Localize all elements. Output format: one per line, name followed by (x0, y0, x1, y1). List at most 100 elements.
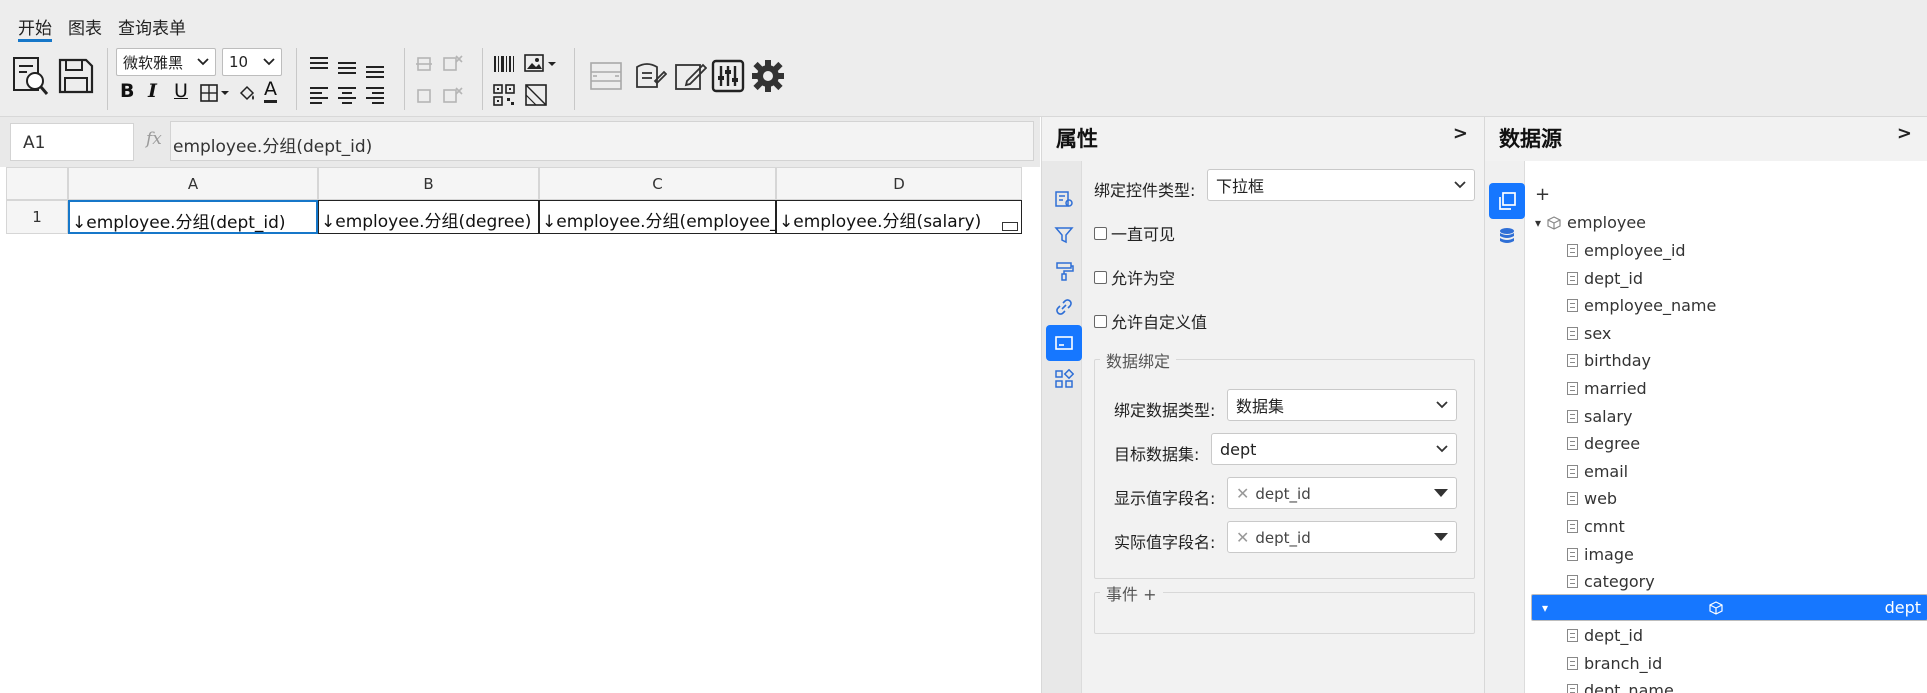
field-icon (1567, 244, 1578, 257)
border-icon[interactable] (198, 82, 232, 104)
image-icon[interactable] (524, 54, 558, 74)
fill-color-icon[interactable] (236, 82, 258, 104)
toolbar-separator (482, 48, 483, 110)
font-family-select[interactable]: 微软雅黑 (116, 48, 216, 76)
chevron-down-icon[interactable]: ▾ (1542, 601, 1548, 615)
cell-reference-input[interactable]: A1 (10, 123, 134, 161)
chevron-down-icon[interactable]: ▾ (1535, 216, 1541, 230)
field-node[interactable]: web (1525, 485, 1927, 512)
tab-query-form[interactable]: 查询表单 (110, 10, 194, 40)
target-dataset-label: 目标数据集: (1114, 445, 1200, 464)
formula-input[interactable]: employee.分组(dept_id) (170, 121, 1034, 161)
bold-button[interactable]: B (120, 80, 134, 102)
actual-field-select[interactable]: ✕ dept_id (1227, 521, 1457, 553)
clear-icon[interactable]: ✕ (1236, 528, 1249, 547)
edit-icon[interactable] (672, 58, 708, 94)
table-layout-icon[interactable] (588, 58, 624, 94)
datasource-collapse-button[interactable]: > (1897, 123, 1912, 144)
column-header[interactable]: D (776, 167, 1022, 200)
field-node[interactable]: email (1525, 458, 1927, 485)
checkbox-box[interactable] (1094, 226, 1107, 240)
field-node[interactable]: image (1525, 541, 1927, 568)
column-header[interactable]: B (318, 167, 539, 200)
align-icons[interactable] (308, 52, 412, 110)
corner-header[interactable] (6, 167, 68, 200)
allow-custom-checkbox[interactable]: 允许自定义值 (1094, 309, 1207, 333)
display-field-select[interactable]: ✕ dept_id (1227, 477, 1457, 509)
field-node[interactable]: employee_name (1525, 292, 1927, 319)
field-name: category (1584, 572, 1655, 592)
field-name: salary (1584, 406, 1633, 426)
datasource-title: 数据源 (1499, 127, 1562, 151)
properties-collapse-button[interactable]: > (1453, 123, 1468, 144)
field-node[interactable]: birthday (1525, 347, 1927, 374)
field-node[interactable]: sex (1525, 320, 1927, 347)
font-color-button[interactable]: A (264, 78, 277, 103)
data-type-select[interactable]: 数据集 (1227, 389, 1457, 421)
field-node[interactable]: salary (1525, 403, 1927, 430)
always-visible-checkbox[interactable]: 一直可见 (1094, 221, 1175, 245)
field-node[interactable]: married (1525, 375, 1927, 402)
field-icon (1567, 575, 1578, 589)
field-node[interactable]: dept_id (1525, 622, 1927, 649)
settings-icon[interactable] (750, 58, 786, 94)
field-node[interactable]: branch_id (1525, 650, 1927, 677)
field-node[interactable]: cmnt (1525, 513, 1927, 540)
barcode-icon[interactable] (492, 54, 516, 74)
dataset-node-dept[interactable]: ▾ dept (1531, 594, 1927, 621)
field-name: sex (1584, 323, 1612, 343)
database-icon[interactable] (1489, 219, 1525, 255)
field-node[interactable]: degree (1525, 430, 1927, 457)
column-header[interactable]: C (539, 167, 776, 200)
toolbar-separator (296, 48, 297, 110)
field-node[interactable]: employee_id (1525, 237, 1927, 264)
save-icon[interactable] (56, 56, 96, 96)
tab-start[interactable]: 开始 (10, 10, 60, 42)
field-node[interactable]: category (1525, 568, 1927, 595)
data-type-value: 数据集 (1236, 397, 1285, 416)
control-binding-icon[interactable] (1046, 325, 1082, 361)
control-type-label: 绑定控件类型: (1094, 181, 1196, 200)
datasource-panel: 数据源 > + ▾ employee employee_id dept_id emp… (1484, 117, 1927, 693)
cell-d1[interactable]: ↓employee.分组(salary) (776, 200, 1022, 234)
datasource-header: 数据源 > (1485, 117, 1927, 161)
components-icon[interactable] (1046, 361, 1082, 397)
cell-c1[interactable]: ↓employee.分组(employee_id) (539, 200, 776, 234)
filter-icon[interactable] (1046, 217, 1082, 253)
allow-custom-label: 允许自定义值 (1111, 313, 1208, 332)
control-type-select[interactable]: 下拉框 (1207, 169, 1475, 201)
column-header[interactable]: A (68, 167, 318, 200)
qrcode-icon[interactable] (492, 84, 516, 106)
add-dataset-button[interactable]: + (1535, 181, 1927, 208)
checkbox-box[interactable] (1094, 314, 1107, 328)
font-family-value: 微软雅黑 (123, 53, 184, 72)
field-icon (1567, 656, 1578, 670)
row-header[interactable]: 1 (6, 200, 68, 234)
cell-b1[interactable]: ↓employee.分组(degree) (318, 200, 539, 234)
merge-icons[interactable] (414, 52, 466, 110)
tab-chart[interactable]: 图表 (60, 10, 110, 40)
toolbar-separator (574, 48, 575, 110)
preview-icon[interactable] (10, 54, 50, 98)
font-size-select[interactable]: 10 (222, 48, 282, 76)
field-node[interactable]: dept_name (1525, 677, 1927, 693)
field-name: email (1584, 461, 1629, 481)
events-legend[interactable]: 事件 + (1100, 581, 1163, 605)
field-node[interactable]: dept_id (1525, 265, 1927, 292)
sliders-icon[interactable] (710, 58, 746, 94)
report-edit-icon[interactable] (632, 58, 668, 94)
diagonal-icon[interactable] (524, 84, 548, 106)
target-dataset-select[interactable]: dept (1211, 433, 1457, 465)
clear-icon[interactable]: ✕ (1236, 484, 1249, 503)
underline-button[interactable]: U (174, 80, 188, 102)
link-icon[interactable] (1046, 289, 1082, 325)
dataset-node-employee[interactable]: ▾ employee (1525, 209, 1927, 236)
cell-properties-icon[interactable] (1046, 181, 1082, 217)
cell-a1[interactable]: ↓employee.分组(dept_id) (68, 200, 318, 234)
allow-empty-checkbox[interactable]: 允许为空 (1094, 265, 1175, 289)
italic-button[interactable]: I (148, 80, 157, 102)
dataset-copy-icon[interactable] (1489, 183, 1525, 219)
checkbox-box[interactable] (1094, 270, 1107, 284)
field-icon (1567, 629, 1578, 642)
format-painter-icon[interactable] (1046, 253, 1082, 289)
